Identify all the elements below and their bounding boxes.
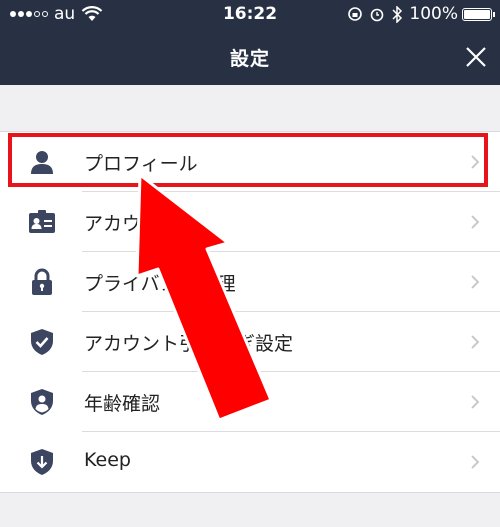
shield-person-icon <box>31 389 53 415</box>
battery-icon <box>462 7 495 21</box>
menu-item-privacy[interactable]: プライバシー管理 <box>0 252 500 312</box>
keep-download-icon <box>31 449 53 475</box>
chevron-right-icon <box>471 455 480 469</box>
close-icon[interactable] <box>464 45 488 69</box>
menu-item-account[interactable]: アカウント <box>0 192 500 252</box>
status-bar: au 16:22 100% <box>0 0 500 28</box>
chevron-right-icon <box>471 215 480 229</box>
battery-percent: 100% <box>409 4 458 24</box>
nav-bar: 設定 <box>0 28 500 85</box>
menu-item-label: Keep <box>84 449 131 471</box>
menu-item-label: アカウント引き継ぎ設定 <box>84 333 294 355</box>
id-card-icon <box>29 210 55 233</box>
chevron-right-icon <box>471 395 480 409</box>
alarm-icon <box>371 8 384 22</box>
chevron-right-icon <box>471 335 480 349</box>
menu-item-account-transfer[interactable]: アカウント引き継ぎ設定 <box>0 312 500 372</box>
menu-item-age-verification[interactable]: 年齢確認 <box>0 372 500 432</box>
menu-item-label: プライバシー管理 <box>84 273 236 295</box>
bluetooth-icon <box>392 5 403 23</box>
shield-check-icon <box>31 329 53 355</box>
menu-item-label: アカウント <box>84 213 180 235</box>
status-right: 100% <box>347 4 495 24</box>
menu-item-label: 年齢確認 <box>84 393 161 415</box>
chevron-right-icon <box>471 275 480 289</box>
menu-item-keep[interactable]: Keep <box>0 432 500 492</box>
page-title: 設定 <box>229 48 270 70</box>
profile-highlight-box <box>8 133 488 187</box>
lock-icon <box>32 268 52 295</box>
rotation-lock-icon <box>348 7 363 21</box>
